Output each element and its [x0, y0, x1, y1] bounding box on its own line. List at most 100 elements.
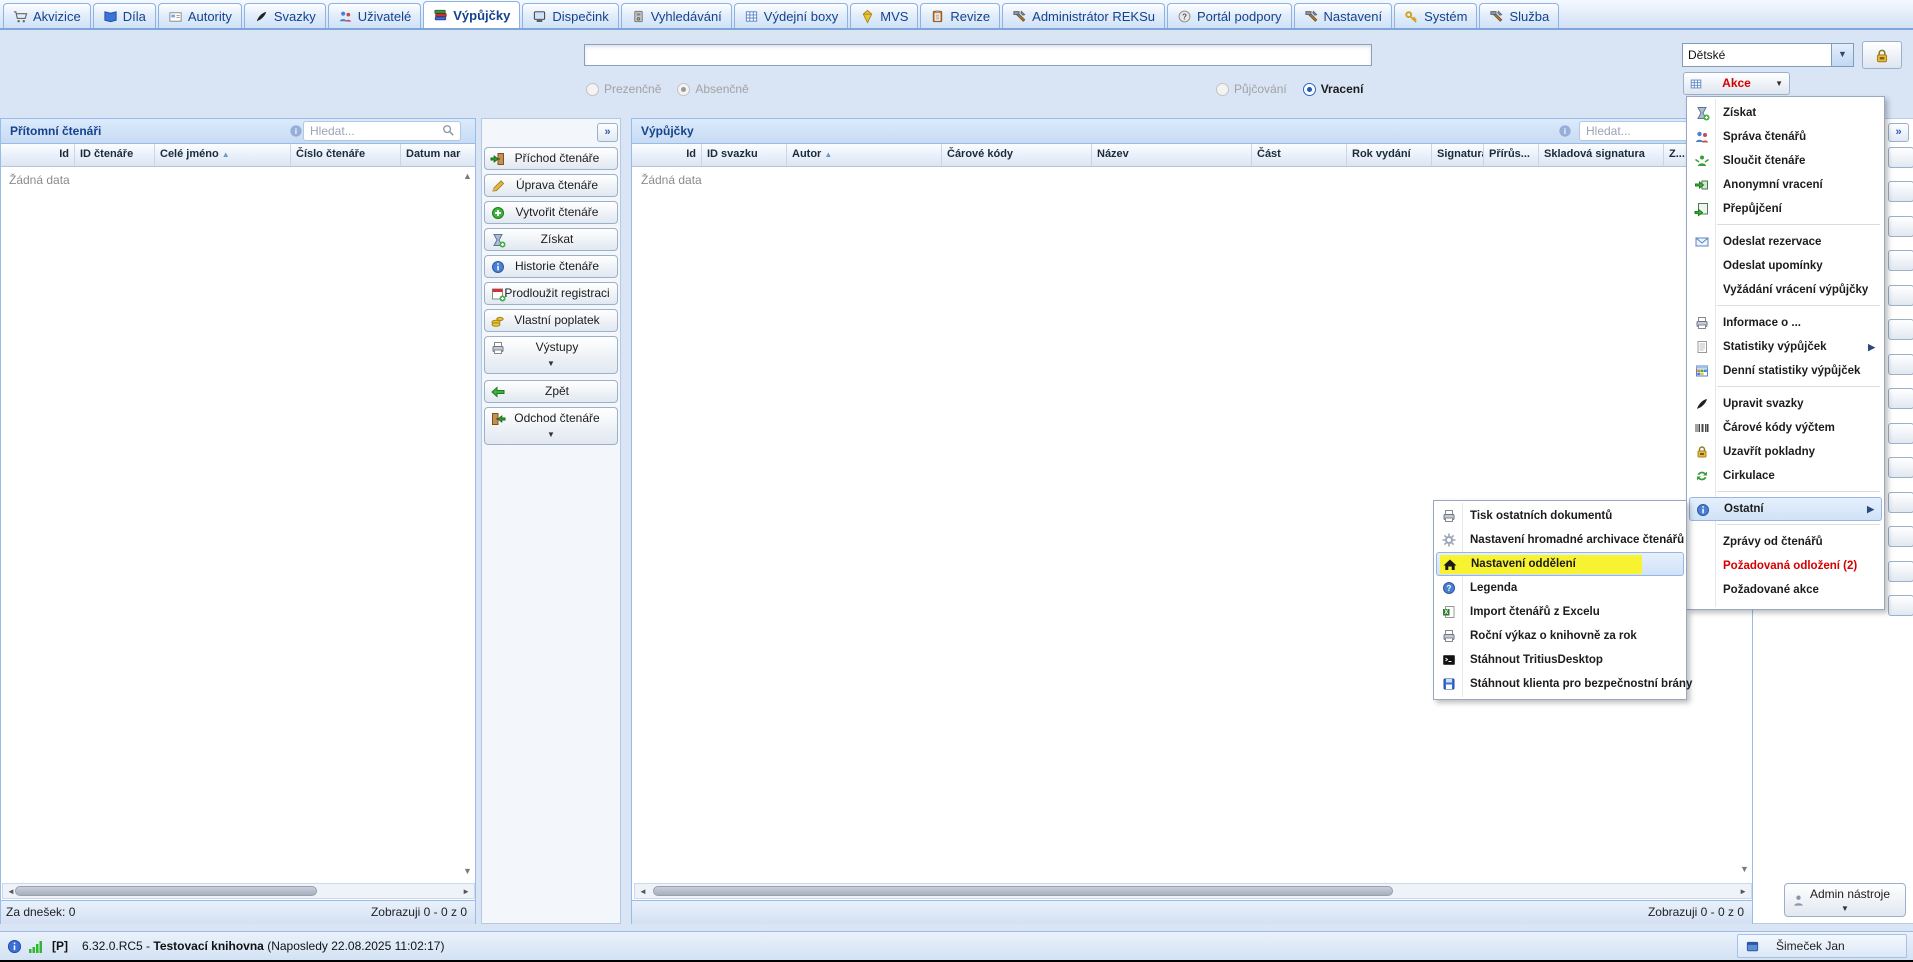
admin-tools-button[interactable]: Admin nástroje ▼ — [1784, 883, 1906, 917]
collapsed-action-button[interactable] — [1888, 388, 1913, 409]
tab-portal-podpory[interactable]: ?Portál podpory — [1167, 3, 1292, 28]
menu-item-prepujceni[interactable]: Přepůjčení — [1689, 197, 1882, 221]
submenu-item-legenda[interactable]: ?Legenda — [1436, 576, 1684, 600]
odchod-ctenare-button[interactable]: Odchod čtenáře▼ — [484, 407, 618, 445]
loans-hscrollbar[interactable]: ◄ ► — [634, 883, 1752, 899]
chevron-down-icon[interactable]: ▼ — [1831, 44, 1853, 66]
tab-dispecink[interactable]: Dispečink — [522, 3, 618, 28]
column-header-signatura[interactable]: Signatura — [1432, 144, 1484, 166]
radio-prezencne[interactable]: Prezenčně — [586, 82, 661, 96]
column-header-id-svazku[interactable]: ID svazku — [702, 144, 787, 166]
vystupy-button[interactable]: Výstupy▼ — [484, 336, 618, 374]
info-icon[interactable]: i — [289, 124, 303, 138]
scroll-down-icon[interactable]: ▼ — [1740, 865, 1749, 874]
menu-item-statistiky-vypujcek[interactable]: Statistiky výpůjček▶ — [1689, 335, 1882, 359]
collapsed-action-button[interactable] — [1888, 354, 1913, 375]
column-header-carove-kody[interactable]: Čárové kódy — [942, 144, 1092, 166]
menu-item-ostatni[interactable]: Ostatní▶ — [1689, 497, 1882, 521]
menu-item-denni-statistiky[interactable]: Denní statistiky výpůjček — [1689, 359, 1882, 383]
menu-item-sloucit-ctenare[interactable]: Sloučit čtenáře — [1689, 149, 1882, 173]
collapsed-action-button[interactable] — [1888, 492, 1913, 513]
menu-item-anonymni-vraceni[interactable]: Anonymní vracení — [1689, 173, 1882, 197]
column-header-prirustek[interactable]: Přírůs... — [1484, 144, 1539, 166]
historie-ctenare-button[interactable]: Historie čtenáře — [484, 255, 618, 278]
info-icon[interactable]: i — [1558, 124, 1572, 138]
collapsed-action-button[interactable] — [1888, 423, 1913, 444]
tab-dila[interactable]: Díla — [93, 3, 156, 28]
menu-item-carove-kody-vyctem[interactable]: Čárové kódy výčtem — [1689, 416, 1882, 440]
collapsed-action-button[interactable] — [1888, 181, 1913, 202]
collapsed-action-button[interactable] — [1888, 285, 1913, 306]
collapsed-action-button[interactable] — [1888, 457, 1913, 478]
column-header-cast[interactable]: Část — [1252, 144, 1347, 166]
tab-vydejni-boxy[interactable]: Výdejní boxy — [734, 3, 848, 28]
zpet-button[interactable]: Zpět — [484, 380, 618, 403]
tab-nastaveni[interactable]: Nastavení — [1294, 3, 1393, 28]
radio-absencne[interactable]: Absenčně — [677, 82, 748, 96]
column-header-id[interactable]: Id — [1, 144, 75, 166]
tab-autority[interactable]: Autority — [158, 3, 242, 28]
collapsed-action-button[interactable] — [1888, 147, 1913, 168]
readers-search-input[interactable] — [303, 121, 461, 141]
akce-button[interactable]: Akce ▼ — [1683, 72, 1790, 95]
tab-administrator-reksu[interactable]: Administrátor REKSu — [1002, 3, 1165, 28]
submenu-item-tisk-ostatnich-dokumentu[interactable]: Tisk ostatních dokumentů — [1436, 504, 1684, 528]
menu-item-ziskat[interactable]: Získat — [1689, 101, 1882, 125]
submenu-item-rocni-vykaz[interactable]: Roční výkaz o knihovně za rok — [1436, 624, 1684, 648]
collapsed-action-button[interactable] — [1888, 595, 1913, 616]
column-header-rok-vydani[interactable]: Rok vydání — [1347, 144, 1432, 166]
collapsed-action-button[interactable] — [1888, 319, 1913, 340]
submenu-item-import-ctenaru-z-excelu[interactable]: XImport čtenářů z Excelu — [1436, 600, 1684, 624]
tab-svazky[interactable]: Svazky — [244, 3, 326, 28]
column-header-nazev[interactable]: Název — [1092, 144, 1252, 166]
main-barcode-input[interactable] — [584, 44, 1372, 66]
collapsed-action-button[interactable] — [1888, 250, 1913, 271]
menu-item-uzavrit-pokladny[interactable]: Uzavřít pokladny — [1689, 440, 1882, 464]
radio-pujcovani[interactable]: Půjčování — [1216, 82, 1287, 96]
status-info-icon[interactable] — [7, 939, 22, 954]
scrollbar-thumb[interactable] — [15, 886, 317, 896]
menu-item-zpravy-od-ctenaru[interactable]: Zprávy od čtenářů — [1689, 530, 1882, 554]
vlastni-poplatek-button[interactable]: Vlastní poplatek — [484, 309, 618, 332]
menu-item-pozadovane-akce[interactable]: Požadované akce — [1689, 578, 1882, 602]
expand-left-panel-button[interactable]: » — [597, 123, 618, 142]
tab-akvizice[interactable]: Akvizice — [3, 3, 91, 28]
submenu-item-nastaveni-hromadne-archivace[interactable]: Nastavení hromadné archivace čtenářů — [1436, 528, 1684, 552]
prichod-ctenare-button[interactable]: Příchod čtenáře — [484, 147, 618, 170]
submenu-item-stahnout-tritiusdesktop[interactable]: Stáhnout TritiusDesktop — [1436, 648, 1684, 672]
ziskat-button[interactable]: Získat — [484, 228, 618, 251]
search-icon[interactable] — [441, 123, 456, 138]
scroll-left-icon[interactable]: ◄ — [7, 887, 15, 896]
prodlouzit-registraci-button[interactable]: Prodloužit registraci — [484, 282, 618, 305]
uprava-ctenare-button[interactable]: Úprava čtenáře — [484, 174, 618, 197]
scroll-left-icon[interactable]: ◄ — [639, 887, 647, 896]
scroll-up-icon[interactable]: ▲ — [463, 172, 472, 181]
collapsed-action-button[interactable] — [1888, 561, 1913, 582]
collapsed-action-button[interactable] — [1888, 216, 1913, 237]
tab-revize[interactable]: Revize — [920, 3, 1000, 28]
collapsed-action-button[interactable] — [1888, 526, 1913, 547]
column-header-cislo-ctenare[interactable]: Číslo čtenáře — [291, 144, 401, 166]
current-user-button[interactable]: Šimeček Jan — [1737, 934, 1907, 958]
expand-right-panel-button[interactable]: » — [1888, 123, 1909, 142]
radio-vraceni[interactable]: Vracení — [1303, 82, 1364, 96]
menu-item-informace-o[interactable]: Informace o ... — [1689, 311, 1882, 335]
submenu-item-stahnout-klienta-brany[interactable]: Stáhnout klienta pro bezpečnostní brány — [1436, 672, 1684, 696]
column-header-id[interactable]: Id — [632, 144, 702, 166]
tab-system[interactable]: Systém — [1394, 3, 1477, 28]
tab-mvs[interactable]: MVS — [850, 3, 918, 28]
column-header-skladova-signatura[interactable]: Skladová signatura — [1539, 144, 1664, 166]
submenu-item-nastaveni-oddeleni[interactable]: Nastavení oddělení — [1436, 552, 1684, 576]
column-header-datum-narozeni[interactable]: Datum naro... — [401, 144, 461, 166]
scrollbar-thumb[interactable] — [653, 886, 1393, 896]
tab-uzivatele[interactable]: Uživatelé — [328, 3, 421, 28]
column-header-cele-jmeno[interactable]: Celé jméno▲ — [155, 144, 291, 166]
tab-sluzba[interactable]: Služba — [1479, 3, 1559, 28]
menu-item-odeslat-upominky[interactable]: Odeslat upomínky — [1689, 254, 1882, 278]
scroll-right-icon[interactable]: ► — [462, 887, 470, 896]
scroll-right-icon[interactable]: ► — [1739, 887, 1747, 896]
menu-item-vyzadani-vraceni[interactable]: Vyžádání vrácení výpůjčky — [1689, 278, 1882, 302]
menu-item-odeslat-rezervace[interactable]: Odeslat rezervace — [1689, 230, 1882, 254]
readers-hscrollbar[interactable]: ◄ ► — [2, 883, 475, 899]
tab-vypujcky[interactable]: Výpůjčky — [423, 1, 520, 28]
